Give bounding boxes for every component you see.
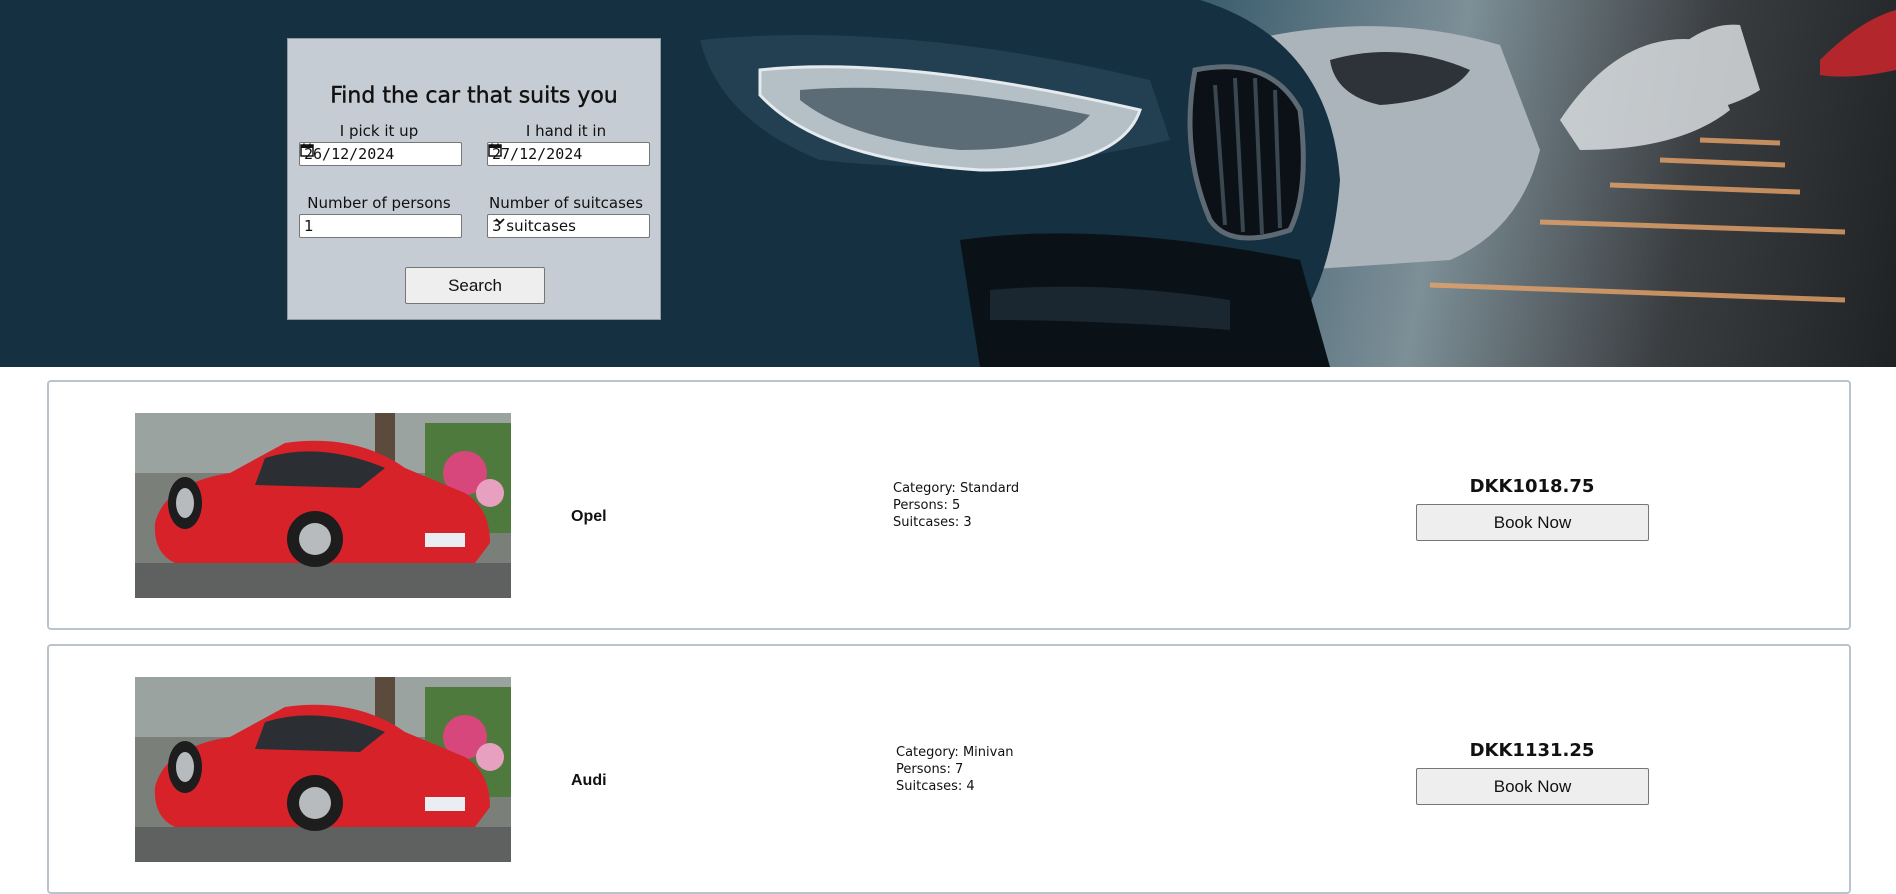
car-persons: Persons: 5: [893, 498, 961, 513]
chevron-down-icon: [495, 218, 505, 225]
car-suitcases: Suitcases: 3: [893, 515, 972, 530]
return-date-label: I hand it in: [525, 122, 607, 140]
persons-input-value: 1: [304, 217, 314, 235]
car-price: DKK1131.25: [1469, 740, 1595, 761]
car-photo: [135, 413, 511, 598]
car-name: Audi: [571, 772, 607, 789]
car-category: Category: Standard: [893, 481, 1020, 496]
hero-image: [0, 0, 1896, 367]
hero-banner: Find the car that suits you I pick it up…: [0, 0, 1896, 367]
car-photo: [135, 677, 511, 862]
car-category: Category: Minivan: [896, 745, 1014, 760]
pickup-date-value: 26/12/2024: [304, 145, 395, 163]
car-name: Opel: [571, 508, 607, 525]
pickup-date-input[interactable]: 26/12/2024: [299, 142, 462, 166]
book-now-button[interactable]: Book Now: [1416, 768, 1649, 805]
suitcases-label: Number of suitcases: [489, 194, 643, 212]
return-date-value: 27/12/2024: [492, 145, 583, 163]
car-card: Opel Category: Standard Persons: 5 Suitc…: [47, 380, 1851, 630]
return-date-input[interactable]: 27/12/2024: [487, 142, 650, 166]
car-price: DKK1018.75: [1469, 476, 1595, 497]
suitcases-select[interactable]: 3 suitcases: [487, 214, 650, 238]
car-image: [135, 413, 511, 598]
search-button[interactable]: Search: [405, 267, 545, 304]
search-panel-title: Find the car that suits you: [330, 83, 618, 109]
car-suitcases: Suitcases: 4: [896, 779, 975, 794]
calendar-icon[interactable]: [488, 143, 502, 157]
book-now-button[interactable]: Book Now: [1416, 504, 1649, 541]
car-specs: Category: Standard Persons: 5 Suitcases:…: [893, 480, 1019, 531]
pickup-date-label: I pick it up: [339, 122, 419, 140]
persons-label: Number of persons: [307, 194, 451, 212]
car-specs: Category: Minivan Persons: 7 Suitcases: …: [896, 744, 1014, 795]
car-image: [135, 677, 511, 862]
search-panel: Find the car that suits you I pick it up…: [287, 38, 661, 320]
calendar-icon[interactable]: [300, 143, 314, 157]
car-card: Audi Category: Minivan Persons: 7 Suitca…: [47, 644, 1851, 894]
car-persons: Persons: 7: [896, 762, 964, 777]
persons-input[interactable]: 1: [299, 214, 462, 238]
